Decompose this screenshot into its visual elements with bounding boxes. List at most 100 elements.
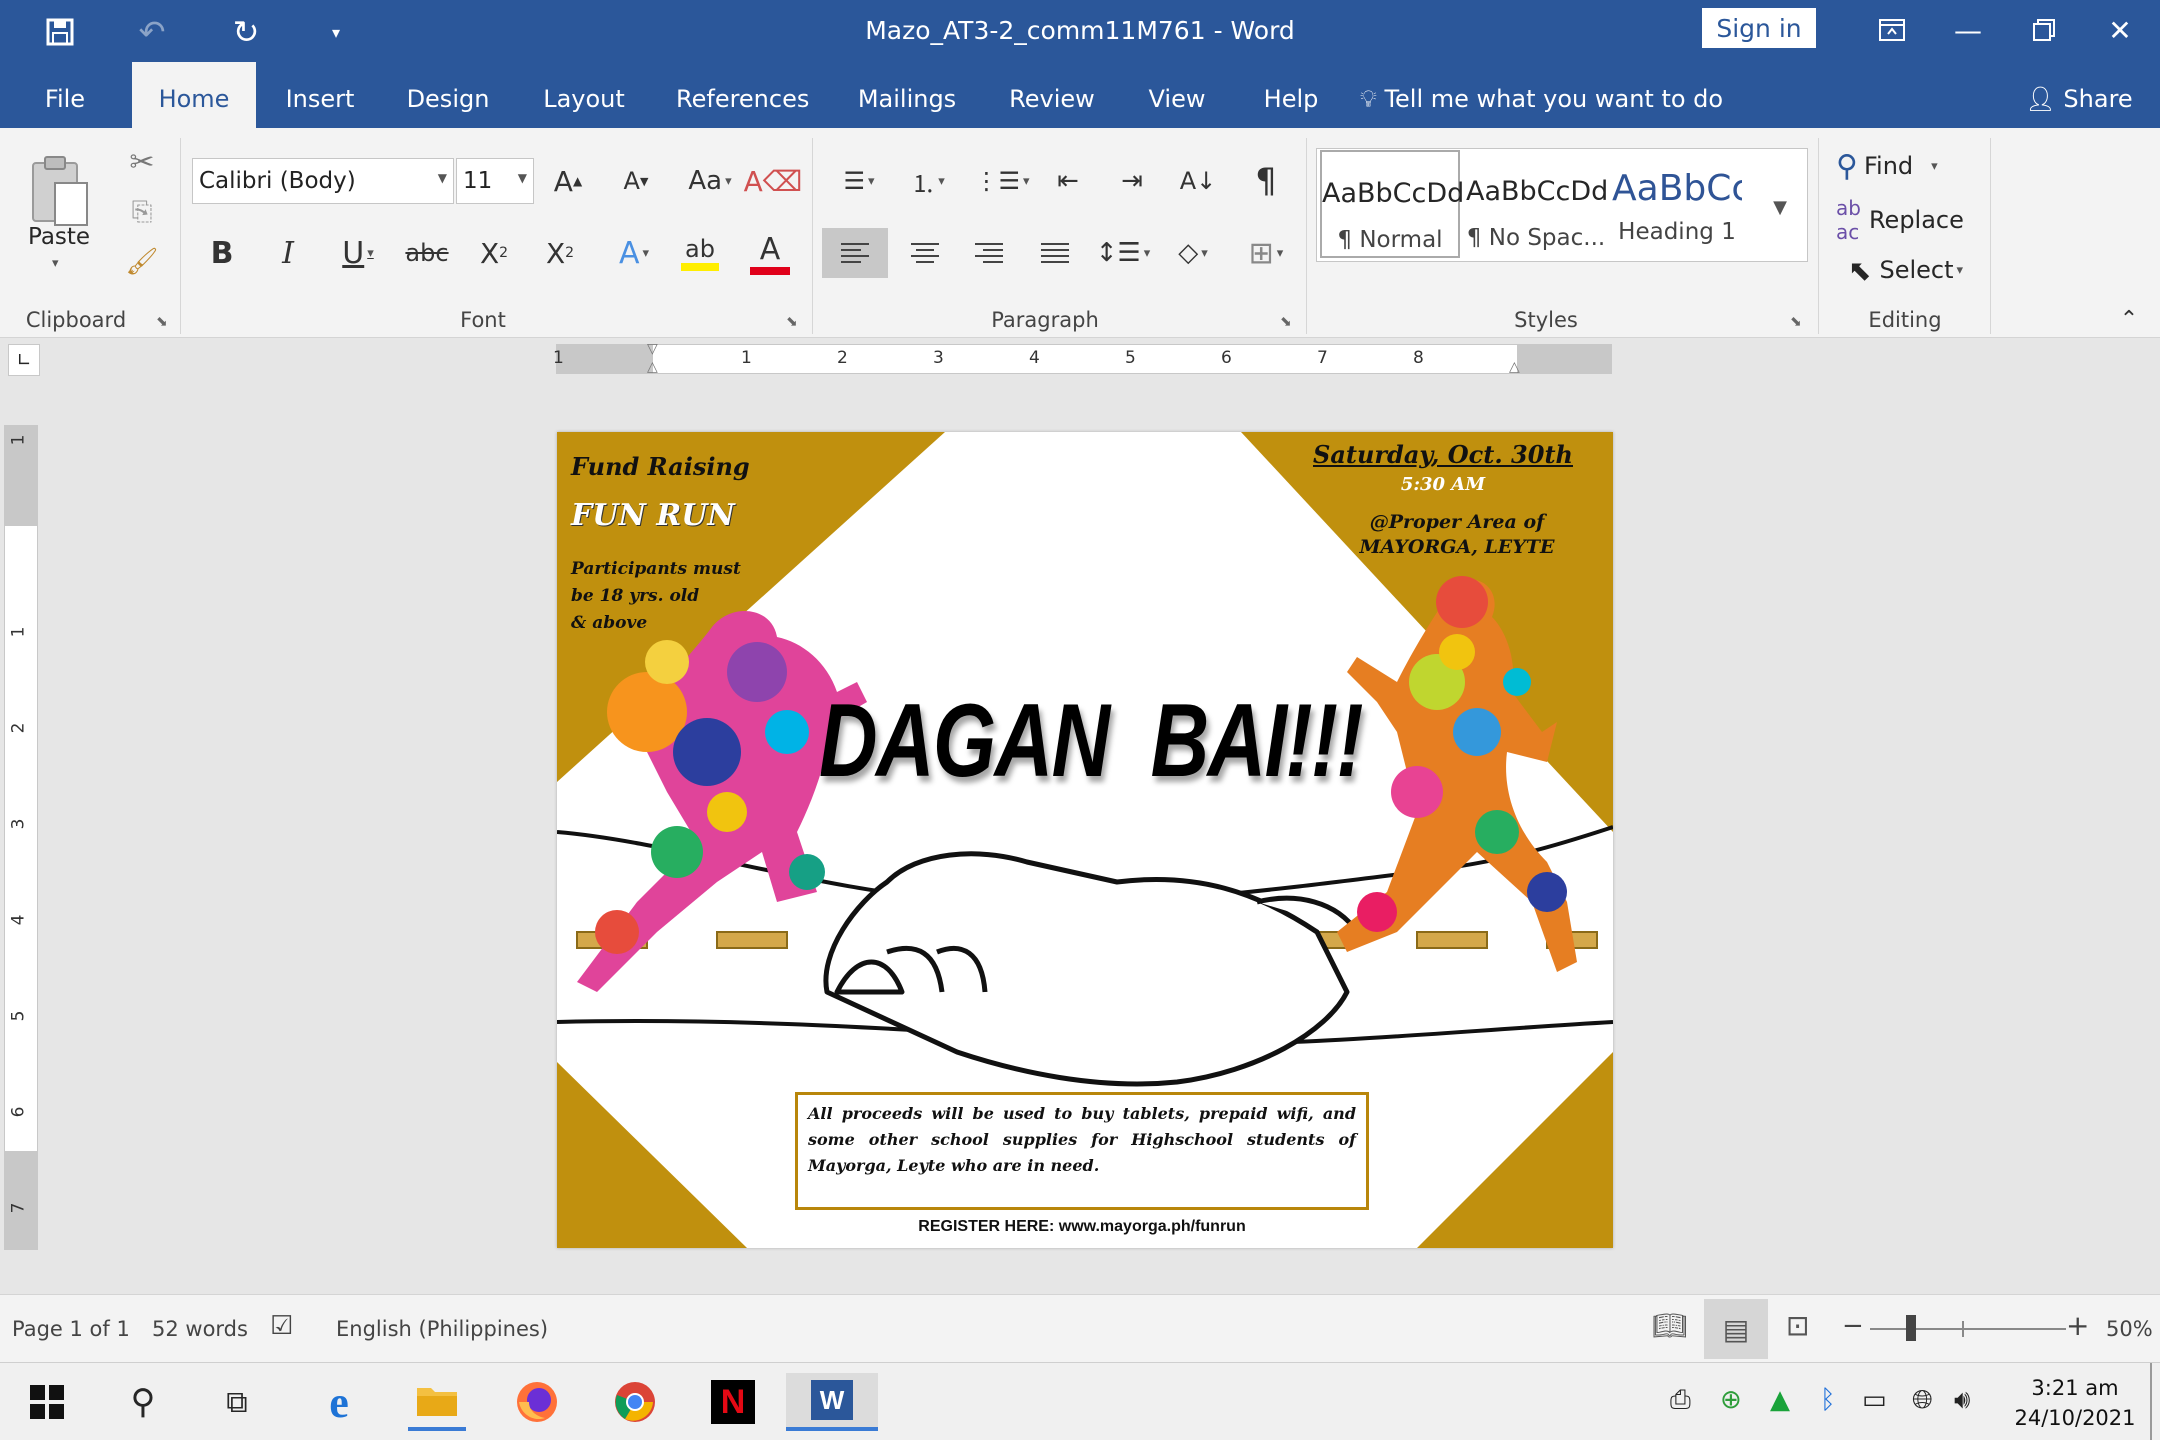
restore-icon[interactable] [2014, 8, 2074, 52]
styles-more-icon[interactable]: ▼ [1758, 182, 1802, 232]
multilevel-list-icon[interactable]: ⋮☰ ▾ [972, 158, 1032, 204]
format-painter-icon[interactable]: 🖌︎ [124, 244, 160, 280]
zoom-in-button[interactable]: + [2066, 1309, 2089, 1342]
line-spacing-icon[interactable]: ↕☰ ▾ [1094, 228, 1152, 278]
vertical-ruler[interactable]: 1 1 2 3 4 5 6 7 [4, 425, 38, 1250]
copy-icon[interactable]: ⎘ [124, 194, 160, 230]
redo-icon[interactable]: ↻ [224, 10, 268, 54]
tab-insert[interactable]: Insert [280, 62, 360, 128]
style-normal[interactable]: AaBbCcDd ¶ Normal [1320, 150, 1464, 258]
language-status[interactable]: English (Philippines) [336, 1317, 548, 1341]
undo-icon[interactable]: ↶ [130, 10, 174, 54]
tab-references[interactable]: References [676, 62, 809, 128]
show-formatting-icon[interactable]: ¶ [1244, 158, 1288, 204]
collapse-ribbon-icon[interactable]: ⌃ [2114, 304, 2144, 334]
network-icon[interactable]: 🌐︎ [1912, 1385, 1933, 1416]
horizontal-ruler[interactable]: 1 1 2 3 4 5 6 7 8 ▽ △ △ [553, 341, 1612, 375]
cut-icon[interactable]: ✂ [124, 144, 160, 180]
sort-icon[interactable]: A↓ [1176, 158, 1220, 204]
font-color-icon[interactable]: A [740, 228, 800, 278]
tab-mailings[interactable]: Mailings [852, 62, 962, 128]
increase-indent-icon[interactable]: ⇥ [1110, 158, 1154, 204]
word-count[interactable]: 52 words [152, 1317, 248, 1341]
close-icon[interactable]: ✕ [2090, 8, 2150, 52]
strikethrough-icon[interactable]: abc [404, 228, 450, 278]
search-icon[interactable]: ⚲ [114, 1373, 172, 1431]
style-no-spacing[interactable]: AaBbCcDd ¶ No Spac... [1466, 150, 1608, 258]
customize-qat-icon[interactable]: ▾ [314, 10, 358, 54]
justify-icon[interactable] [1032, 228, 1078, 278]
zoom-slider-thumb[interactable] [1905, 1315, 1916, 1341]
tab-layout[interactable]: Layout [536, 62, 632, 128]
align-right-icon[interactable] [966, 228, 1012, 278]
align-left-icon[interactable] [822, 228, 888, 278]
find-button[interactable]: ⚲ Find ▾ [1836, 144, 1938, 188]
subscript-icon[interactable]: X2 [472, 228, 516, 278]
tab-view[interactable]: View [1142, 62, 1212, 128]
right-indent-marker[interactable]: △ [1509, 359, 1520, 375]
bluetooth-icon[interactable]: ᛒ [1820, 1385, 1836, 1415]
font-size-select[interactable]: 11 ▼ [456, 158, 534, 204]
file-explorer-icon[interactable] [408, 1373, 466, 1431]
read-mode-icon[interactable]: 📖︎ [1652, 1309, 1688, 1342]
bold-icon[interactable]: B [202, 228, 242, 278]
superscript-icon[interactable]: X2 [538, 228, 582, 278]
align-center-icon[interactable] [902, 228, 948, 278]
shading-icon[interactable]: ◇ ▾ [1164, 228, 1222, 278]
firefox-icon[interactable] [508, 1373, 566, 1431]
proofing-icon[interactable]: ☑ [270, 1311, 293, 1341]
styles-launcher-icon[interactable]: ⬊ [1790, 314, 1802, 330]
windows-start-icon[interactable] [18, 1373, 76, 1431]
google-drive-icon[interactable]: ▲ [1770, 1385, 1790, 1415]
sign-in-button[interactable]: Sign in [1702, 8, 1816, 48]
save-icon[interactable] [38, 10, 82, 54]
ribbon-display-icon[interactable] [1862, 8, 1922, 52]
print-layout-icon[interactable]: ▤ [1704, 1299, 1768, 1359]
zoom-slider-track[interactable] [1870, 1328, 2066, 1330]
battery-icon[interactable]: ▭ [1862, 1385, 1887, 1415]
share-button[interactable]: 👤︎ Share [2024, 62, 2134, 128]
document-page[interactable]: Fund Raising FUN RUN Participants must b… [557, 432, 1613, 1248]
numbering-icon[interactable]: ⒈ ▾ [898, 158, 958, 204]
shrink-font-icon[interactable]: A ▼ [616, 158, 656, 204]
minimize-icon[interactable]: — [1938, 8, 1998, 52]
clear-formatting-icon[interactable]: A⌫ [744, 158, 803, 204]
underline-icon[interactable]: U ▾ [330, 228, 386, 278]
replace-button[interactable]: ab ac Replace [1836, 196, 1964, 244]
left-indent-marker[interactable]: △ [647, 359, 658, 375]
edge-icon[interactable]: e [310, 1373, 368, 1431]
borders-icon[interactable]: ⊞ ▾ [1236, 228, 1296, 278]
font-name-select[interactable]: Calibri (Body) ▼ [192, 158, 454, 204]
font-launcher-icon[interactable]: ⬊ [786, 314, 798, 330]
tab-review[interactable]: Review [1004, 62, 1100, 128]
style-heading-1[interactable]: AaBbCc Heading 1 [1612, 150, 1742, 258]
italic-icon[interactable]: I [268, 228, 308, 278]
tab-file[interactable]: File [30, 62, 100, 128]
web-layout-icon[interactable]: ⊡ [1786, 1309, 1809, 1342]
task-view-icon[interactable]: ⧉ [208, 1373, 266, 1431]
tab-home[interactable]: Home [132, 62, 256, 128]
text-effects-icon[interactable]: A ▾ [606, 228, 662, 278]
tray-app-icon[interactable]: ⊕ [1720, 1385, 1742, 1415]
select-button[interactable]: ⬉ Select ▾ [1848, 248, 1963, 292]
tab-design[interactable]: Design [400, 62, 496, 128]
change-case-icon[interactable]: Aa ▾ [680, 158, 740, 204]
bullets-icon[interactable]: ☰ ▾ [830, 158, 888, 204]
zoom-out-button[interactable]: − [1842, 1311, 1864, 1341]
tell-me-search[interactable]: 💡︎ Tell me what you want to do [1360, 62, 1723, 128]
tab-selector-icon[interactable]: ∟ [8, 344, 40, 376]
clipboard-launcher-icon[interactable]: ⬊ [156, 314, 168, 330]
highlight-color-icon[interactable]: ab [670, 228, 730, 278]
word-icon[interactable]: W [786, 1373, 878, 1431]
tab-help[interactable]: Help [1256, 62, 1326, 128]
zoom-percent[interactable]: 50% [2106, 1317, 2153, 1341]
volume-icon[interactable]: 🔊︎ [1954, 1385, 1970, 1416]
decrease-indent-icon[interactable]: ⇤ [1046, 158, 1090, 204]
paragraph-launcher-icon[interactable]: ⬊ [1280, 314, 1292, 330]
page-count[interactable]: Page 1 of 1 [12, 1317, 130, 1341]
taskbar-clock[interactable]: 3:21 am 24/10/2021 [2010, 1373, 2140, 1433]
first-line-indent-marker[interactable]: ▽ [647, 341, 658, 357]
paste-dropdown-icon[interactable]: ▾ [52, 256, 59, 271]
netflix-icon[interactable]: N [704, 1373, 762, 1431]
chrome-icon[interactable] [606, 1373, 664, 1431]
